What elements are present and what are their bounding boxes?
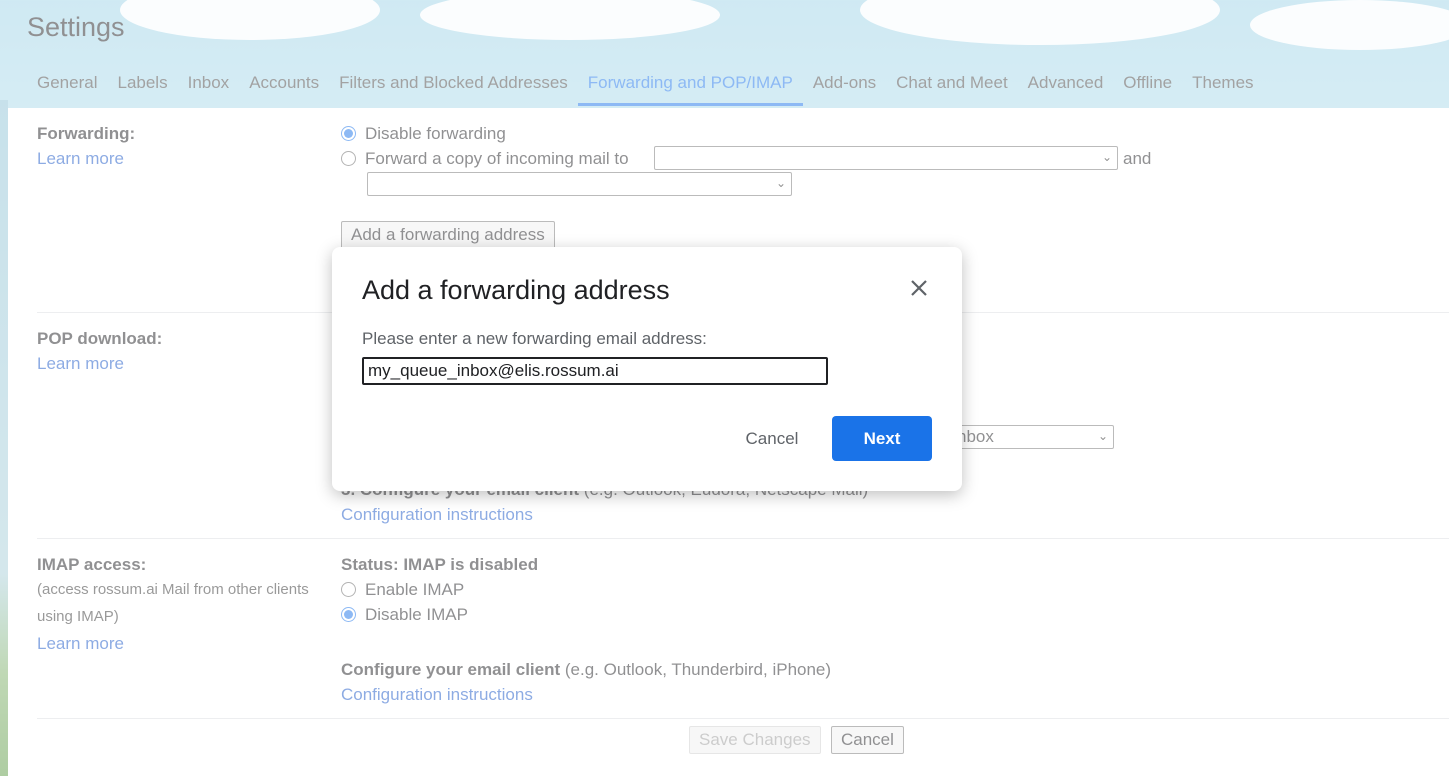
close-icon[interactable] [906,275,932,301]
dialog-prompt: Please enter a new forwarding email addr… [362,329,707,348]
dialog-next-button[interactable]: Next [832,416,932,461]
dialog-title: Add a forwarding address [362,275,670,305]
forwarding-email-input[interactable] [362,357,828,385]
add-forwarding-address-dialog: Add a forwarding address Please enter a … [332,247,962,491]
dialog-cancel-button[interactable]: Cancel [724,417,820,461]
